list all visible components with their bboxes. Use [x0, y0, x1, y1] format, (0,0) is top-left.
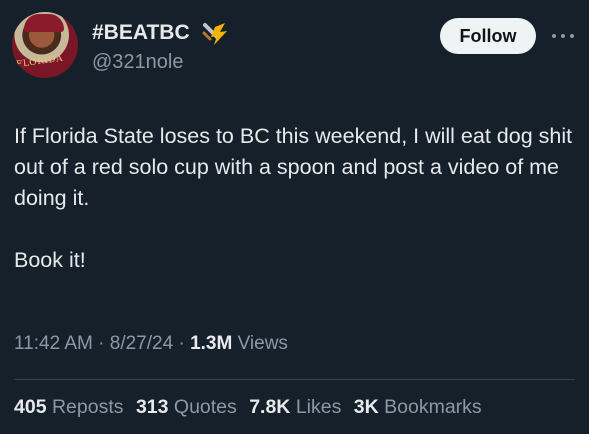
bookmarks-stat[interactable]: 3K Bookmarks [354, 396, 482, 418]
reposts-stat[interactable]: 405 Reposts [14, 396, 124, 418]
tweet-meta: 11:42 AM · 8/27/24 · 1.3M Views [14, 333, 288, 355]
likes-stat[interactable]: 7.8K Likes [249, 396, 341, 418]
user-handle[interactable]: @321nole [92, 51, 183, 74]
meta-separator: · [98, 333, 110, 354]
bookmarks-count: 3K [353, 396, 379, 418]
tweet-time[interactable]: 11:42 AM [14, 333, 93, 354]
views-count: 1.3M [190, 333, 233, 354]
reposts-count: 405 [14, 396, 47, 418]
tweet-date[interactable]: 8/27/24 [110, 333, 173, 354]
follow-button[interactable]: Follow [440, 18, 536, 54]
quotes-label: Quotes [173, 396, 237, 418]
views-label: Views [237, 333, 288, 354]
reposts-label: Reposts [51, 396, 124, 418]
likes-count: 7.8K [249, 396, 291, 418]
avatar-logo-text: FLORIDA [15, 53, 64, 71]
quotes-count: 313 [135, 396, 169, 418]
avatar[interactable]: FLORIDA [12, 12, 78, 78]
bookmarks-label: Bookmarks [384, 396, 482, 418]
likes-label: Likes [295, 396, 342, 418]
divider [14, 379, 575, 380]
meta-separator: · [178, 333, 191, 354]
tweet-paragraph: If Florida State loses to BC this weeken… [14, 124, 573, 210]
bolt-icon [202, 23, 227, 45]
engagement-stats: 405 Reposts 313 Quotes 7.8K Likes 3K Boo… [14, 396, 489, 419]
more-options-icon[interactable] [552, 27, 574, 45]
tweet-text: If Florida State loses to BC this weeken… [14, 121, 574, 276]
quotes-stat[interactable]: 313 Quotes [136, 396, 237, 418]
tweet-paragraph: Book it! [14, 248, 86, 272]
display-name[interactable]: #BEATBC [92, 21, 190, 45]
avatar-cap [24, 14, 64, 32]
